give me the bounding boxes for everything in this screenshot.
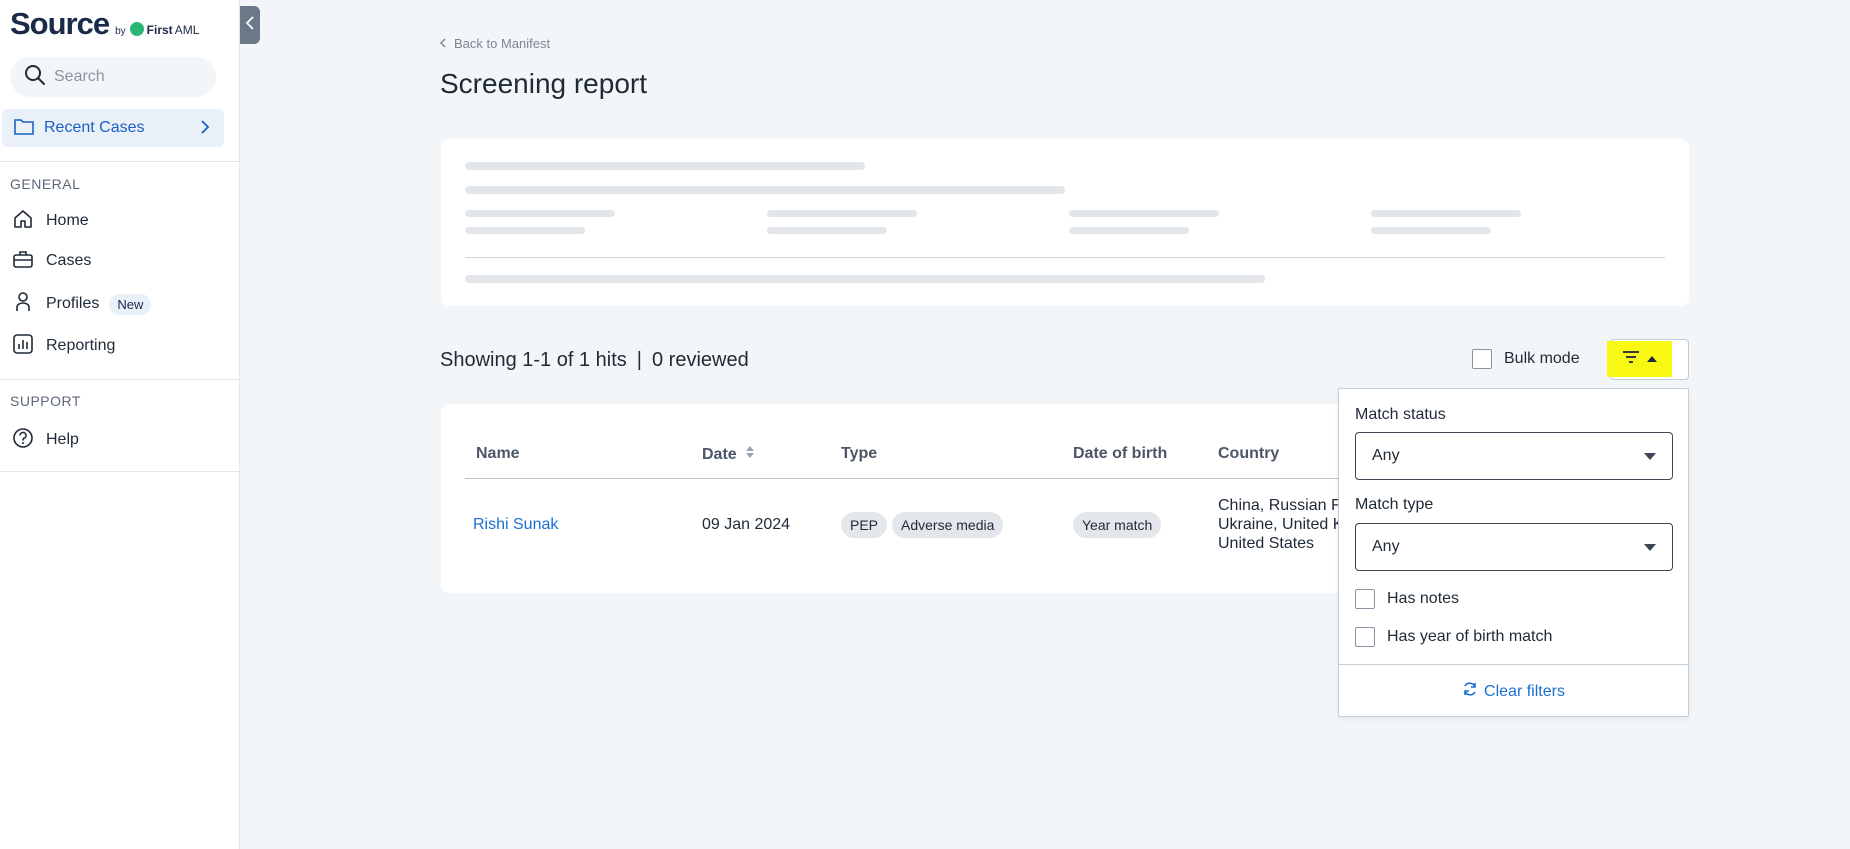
bulk-mode-checkbox[interactable] [1472,349,1492,369]
match-status-select[interactable]: Any [1355,432,1673,480]
page-title: Screening report [440,68,648,99]
skeleton-line [1069,210,1219,217]
skeleton-line [1371,227,1491,234]
skeleton-line [465,227,585,234]
help-icon [12,427,34,454]
filter-button-highlight[interactable] [1607,341,1672,377]
panel-divider [1339,664,1688,665]
filter-icon [1622,350,1640,369]
match-status-label: Match status [1355,406,1446,423]
sidebar-item-home[interactable]: Home [12,208,89,234]
skeleton-line [767,227,887,234]
refresh-icon [1462,681,1478,702]
column-header-country: Country [1218,445,1280,462]
column-header-type: Type [841,445,878,462]
has-notes-checkbox[interactable] [1355,589,1375,609]
match-type-label: Match type [1355,496,1434,513]
match-type-select[interactable]: Any [1355,523,1673,571]
sidebar-item-label: Reporting [46,337,116,354]
new-badge: New [109,293,152,315]
results-summary: Showing 1-1 of 1 hits | 0 reviewed [440,349,749,372]
country-line: China, Russian Fe [1218,497,1350,514]
briefcase-icon [12,248,34,275]
folder-icon [14,117,34,140]
collapse-sidebar-button[interactable] [240,6,260,44]
has-yob-match-checkbox[interactable] [1355,627,1375,647]
dob-badge: Year match [1073,512,1162,538]
source-logo[interactable]: Source by First AML [10,6,199,42]
skeleton-line [1371,210,1521,217]
summary-separator: | [636,349,642,371]
support-section-label: SUPPORT [10,393,81,409]
search-box[interactable] [10,57,216,97]
loading-summary-card [441,139,1689,306]
date-header-label: Date [702,445,737,463]
has-notes-label: Has notes [1387,590,1460,607]
chart-icon [12,333,34,360]
search-icon [24,64,46,91]
person-icon [12,291,34,318]
sidebar-item-label: Help [46,431,79,448]
match-type-value: Any [1372,538,1400,555]
brand-partner-second: AML [174,23,200,37]
hit-name-link[interactable]: Rishi Sunak [473,516,558,534]
hit-country: China, Russian Fe Ukraine, United K Unit… [1218,496,1350,553]
sidebar-item-help[interactable]: Help [12,427,79,453]
chevron-down-icon [1644,544,1656,551]
sidebar-divider [0,161,240,162]
sidebar-divider [0,379,240,380]
back-to-manifest-link[interactable]: Back to Manifest [440,36,550,51]
column-header-dob: Date of birth [1073,445,1168,462]
bulk-mode-toggle[interactable]: Bulk mode [1472,349,1580,369]
home-icon [12,208,34,235]
sidebar: Source by First AML Recent Cases GENERAL… [0,0,240,849]
type-badge-adverse-media: Adverse media [892,512,1004,538]
column-header-date[interactable]: Date [702,445,755,464]
brand-by: by [115,26,126,37]
has-notes-option[interactable]: Has notes [1355,589,1459,609]
hit-date: 09 Jan 2024 [702,516,791,533]
chevron-down-icon [1644,453,1656,460]
filter-panel: Match status Any Match type Any Has note… [1338,388,1689,717]
has-yob-match-option[interactable]: Has year of birth match [1355,627,1552,647]
skeleton-line [465,210,615,217]
clear-filters-label: Clear filters [1484,682,1565,700]
recent-cases-label: Recent Cases [44,119,145,136]
clear-filters-button[interactable]: Clear filters [1339,681,1688,702]
column-header-name[interactable]: Name [476,445,520,463]
sidebar-item-label: Profiles [46,295,100,312]
brand-partner-first: First [146,23,173,37]
match-status-value: Any [1372,447,1400,464]
sidebar-item-profiles[interactable]: Profiles New [12,291,152,318]
caret-up-icon [1646,350,1658,368]
firstaml-logo-icon [129,22,144,36]
country-line: United States [1218,535,1315,552]
bulk-mode-label: Bulk mode [1504,350,1580,367]
search-input[interactable] [54,68,204,86]
skeleton-line [465,162,865,170]
sidebar-divider [0,471,240,472]
hits-count: Showing 1-1 of 1 hits [440,349,627,371]
country-line: Ukraine, United K [1218,516,1344,533]
back-link-label: Back to Manifest [454,36,551,51]
skeleton-line [767,210,917,217]
has-yob-match-label: Has year of birth match [1387,628,1553,645]
recent-cases-button[interactable]: Recent Cases [2,109,224,147]
type-badge-pep: PEP [841,512,888,538]
chevron-right-icon [200,119,210,140]
skeleton-line [1069,227,1189,234]
chevron-left-icon [440,36,446,51]
sidebar-item-reporting[interactable]: Reporting [12,333,115,359]
brand-name: Source [10,6,110,41]
sidebar-item-label: Home [46,212,89,229]
skeleton-line [465,275,1265,283]
skeleton-divider [465,257,1665,258]
sort-icon[interactable] [745,445,755,464]
general-section-label: GENERAL [10,176,81,192]
sidebar-item-label: Cases [46,252,92,269]
chevron-left-icon [245,15,255,36]
skeleton-line [465,186,1065,194]
reviewed-count: 0 reviewed [651,349,749,371]
sidebar-item-cases[interactable]: Cases [12,248,91,274]
